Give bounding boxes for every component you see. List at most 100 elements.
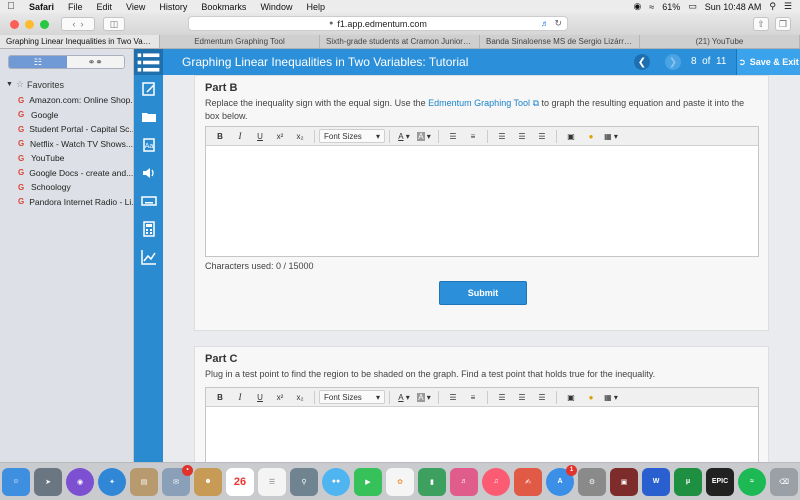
font-sizes-dropdown[interactable]: Font Sizes ▾ [319, 129, 385, 143]
chevron-left-icon[interactable]: ‹ [72, 19, 75, 29]
align-center-button[interactable]: ☰ [514, 129, 530, 143]
app-store-icon[interactable]: A1 [546, 464, 577, 496]
bookmark-google-docs[interactable]: G Google Docs - create and... [0, 166, 133, 181]
system-preferences-icon[interactable]: ⚙ [578, 467, 606, 496]
camera-icon[interactable]: ◉ [633, 1, 641, 12]
favorites-header[interactable]: ▼ ☆ Favorites [0, 75, 133, 93]
menu-bookmarks[interactable]: Bookmarks [194, 2, 253, 12]
part-c-editor-body[interactable] [206, 407, 758, 462]
align-right-button[interactable]: ☰ [534, 390, 550, 404]
menu-view[interactable]: View [119, 2, 152, 12]
safari-icon[interactable]: ✦ [98, 467, 126, 496]
font-color-button[interactable]: A ▾ [396, 390, 412, 404]
align-left-button[interactable]: ☰ [494, 129, 510, 143]
italic-button[interactable]: I [232, 390, 248, 404]
background-color-button[interactable]: A ▾ [416, 129, 432, 143]
reminders-icon[interactable]: ☰ [258, 467, 286, 496]
tab-banda-sinaloense[interactable]: Banda Sinaloense MS de Sergio Lizárraga … [480, 35, 640, 48]
photos-icon[interactable]: ✿ [386, 467, 414, 496]
notes-app-icon[interactable]: ▤ [130, 467, 158, 496]
part-b-submit-button[interactable]: Submit [439, 281, 527, 305]
bullet-list-button[interactable]: ☰ [445, 390, 461, 404]
align-right-button[interactable]: ☰ [534, 129, 550, 143]
messages-icon[interactable]: ●● [322, 467, 350, 496]
align-center-button[interactable]: ☰ [514, 390, 530, 404]
insert-image-button[interactable]: ▣ [563, 129, 579, 143]
itunes-icon[interactable]: ♫ [482, 467, 510, 496]
underline-button[interactable]: U [252, 390, 268, 404]
bookmark-pandora[interactable]: G Pandora Internet Radio - Li... [0, 195, 133, 210]
back-forward-buttons[interactable]: ‹ › [61, 17, 95, 31]
show-tabs-button[interactable]: ❐ [775, 17, 791, 31]
menu-file[interactable]: File [61, 2, 90, 12]
numbers-icon[interactable]: ▮ [418, 467, 446, 496]
audio-playing-icon[interactable]: ♬ [541, 19, 549, 28]
menu-button[interactable] [134, 49, 163, 75]
equation-editor-button[interactable]: ● [583, 129, 599, 143]
numbered-list-button[interactable]: ≡ [465, 129, 481, 143]
part-b-editor-body[interactable] [206, 146, 758, 256]
clock[interactable]: Sun 10:48 AM [705, 2, 762, 12]
bullet-list-button[interactable]: ☰ [445, 129, 461, 143]
launchpad-icon[interactable]: ➤ [34, 467, 62, 496]
reference-button[interactable]: Aa [134, 131, 163, 159]
graph-button[interactable] [134, 243, 163, 271]
epic-games-icon[interactable]: EPIC [706, 467, 734, 496]
background-color-button[interactable]: A ▾ [416, 390, 432, 404]
facetime-icon[interactable]: ▶ [354, 467, 382, 496]
address-bar[interactable]: ● f1.app.edmentum.com ♬ ↻ [188, 16, 568, 31]
tab-sixth-grade[interactable]: Sixth-grade students at Cramon Junior Hi… [320, 35, 480, 48]
siri-icon[interactable]: ◉ [66, 467, 94, 496]
zoom-window-button[interactable] [40, 19, 49, 29]
reload-icon[interactable]: ↻ [554, 18, 562, 29]
underline-button[interactable]: U [252, 129, 268, 143]
bold-button[interactable]: B [212, 129, 228, 143]
equation-editor-button[interactable]: ● [583, 390, 599, 404]
chevron-right-icon[interactable]: › [81, 19, 84, 29]
notes-button[interactable] [134, 75, 163, 103]
bookmark-schoology[interactable]: G Schoology [0, 180, 133, 195]
previous-page-button[interactable]: ❮ [634, 54, 650, 70]
close-window-button[interactable] [10, 19, 19, 29]
save-exit-button[interactable]: ➲ Save & Exit [736, 49, 800, 75]
share-button[interactable]: ⇧ [753, 17, 769, 31]
tab-graphing-tutorial[interactable]: Graphing Linear Inequalities in Two Vari… [0, 35, 160, 48]
disclosure-triangle-icon[interactable]: ▼ [6, 81, 13, 88]
notification-center-icon[interactable]: ☰ [784, 1, 792, 12]
font-sizes-dropdown[interactable]: Font Sizes ▾ [319, 390, 385, 404]
bookmark-youtube[interactable]: G YouTube [0, 151, 133, 166]
insert-image-button[interactable]: ▣ [563, 390, 579, 404]
menu-app-safari[interactable]: Safari [22, 2, 61, 12]
bookmark-amazon[interactable]: G Amazon.com: Online Shop... [0, 93, 133, 108]
spotify-icon[interactable]: ≈ [738, 467, 766, 496]
italic-button[interactable]: I [232, 129, 248, 143]
align-left-button[interactable]: ☰ [494, 390, 510, 404]
calculator-button[interactable] [134, 215, 163, 243]
folder-button[interactable] [134, 103, 163, 131]
insert-table-button[interactable]: ▦ ▾ [603, 390, 619, 404]
subscript-button[interactable]: x₂ [292, 129, 308, 143]
numbered-list-button[interactable]: ≡ [465, 390, 481, 404]
utorrent-icon[interactable]: μ [674, 467, 702, 496]
battery-percent[interactable]: 61% [662, 2, 680, 12]
menu-edit[interactable]: Edit [90, 2, 120, 12]
finder-icon[interactable]: ☺ [2, 467, 30, 496]
apple-icon[interactable]:  [0, 1, 22, 12]
sidebar-toggle-button[interactable]: ◫ [103, 17, 125, 31]
contacts-icon[interactable]: ☻ [194, 467, 222, 496]
keynote-icon[interactable]: ♬ [450, 467, 478, 496]
menu-help[interactable]: Help [299, 2, 332, 12]
bookmarks-tab[interactable]: ☷ [9, 56, 67, 68]
graphing-tool-link[interactable]: Edmentum Graphing Tool ⧉ [428, 98, 539, 108]
menu-history[interactable]: History [152, 2, 194, 12]
keyboard-button[interactable] [134, 187, 163, 215]
bookmark-netflix[interactable]: G Netflix - Watch TV Shows... [0, 137, 133, 152]
mail-icon[interactable]: ✉ • [162, 464, 193, 496]
audio-button[interactable] [134, 159, 163, 187]
bold-button[interactable]: B [212, 390, 228, 404]
maps-icon[interactable]: ⚲ [290, 467, 318, 496]
font-color-button[interactable]: A ▾ [396, 129, 412, 143]
minimize-window-button[interactable] [25, 19, 34, 29]
subscript-button[interactable]: x₂ [292, 390, 308, 404]
bookmark-student-portal[interactable]: G Student Portal - Capital Sc... [0, 122, 133, 137]
